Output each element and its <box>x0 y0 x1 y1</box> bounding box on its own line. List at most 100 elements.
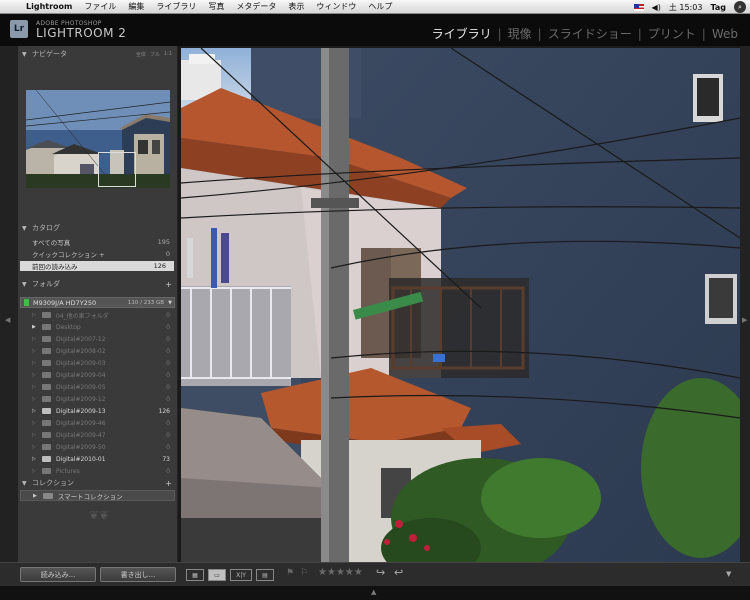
star-icon[interactable]: ★ <box>327 567 336 578</box>
spotlight-icon[interactable]: ⌕ <box>734 1 746 13</box>
volume-row[interactable]: M9309J/A HD7Y250 110 / 233 GB ▼ <box>20 297 175 308</box>
navigator-header[interactable]: ▼ ナビゲータ 全体 フル 1:1 <box>18 48 178 60</box>
disclosure-right-icon[interactable]: ▷ <box>32 384 36 390</box>
module-develop[interactable]: 現像 <box>508 25 532 42</box>
catalog-item-quick-collection[interactable]: クイックコレクション + 0 <box>18 249 178 259</box>
volume-status-icon <box>24 299 29 306</box>
folder-count: 0 <box>166 371 170 379</box>
collapse-bottom-icon[interactable]: ▲ <box>371 588 376 596</box>
menubar-user-tag[interactable]: Tag <box>710 3 726 12</box>
zoom-1to1-option[interactable]: 1:1 <box>164 51 172 58</box>
rating-stars[interactable]: ★★★★★ <box>318 567 363 578</box>
folder-item[interactable]: ▷ Digital#2009-03 0 <box>18 358 178 368</box>
disclosure-right-icon[interactable]: ▷ <box>32 444 36 450</box>
toolbar-options-icon[interactable]: ▼ <box>726 570 731 578</box>
catalog-item-all-photos[interactable]: すべての写真 195 <box>18 237 178 247</box>
main-photo-view[interactable] <box>181 48 740 562</box>
module-slideshow[interactable]: スライドショー <box>548 25 632 42</box>
menu-view[interactable]: 表示 <box>288 1 304 12</box>
catalog-header[interactable]: ▼ カタログ <box>18 222 178 234</box>
folder-item[interactable]: ▷ Digital#2009-46 0 <box>18 418 178 428</box>
right-panel-edge[interactable]: ▶ <box>740 46 750 586</box>
folder-item[interactable]: ▷ Digital#2007-12 0 <box>18 334 178 344</box>
rotate-right-icon[interactable]: ↩ <box>394 566 403 579</box>
disclosure-down-icon[interactable]: ▼ <box>22 225 30 232</box>
menu-help[interactable]: ヘルプ <box>368 1 392 12</box>
disclosure-down-icon[interactable]: ▼ <box>22 281 30 288</box>
disclosure-right-icon[interactable]: ▷ <box>32 372 36 378</box>
disclosure-right-icon[interactable]: ▷ <box>32 396 36 402</box>
navigator-zoom-options: 全体 フル 1:1 <box>136 51 172 58</box>
folder-icon <box>42 336 51 342</box>
speaker-icon[interactable]: ◀) <box>652 3 661 12</box>
left-panel-edge[interactable]: ◀ <box>0 46 18 586</box>
menu-photo[interactable]: 写真 <box>208 1 224 12</box>
star-icon[interactable]: ★ <box>318 567 327 578</box>
grid-view-icon[interactable]: ▦ <box>186 569 204 581</box>
disclosure-right-icon[interactable]: ▶ <box>32 324 36 330</box>
folder-item[interactable]: ▷ Digital#2009-13 126 <box>18 406 178 416</box>
folder-item[interactable]: ▶ Desktop 0 <box>18 322 178 332</box>
zoom-fit-option[interactable]: 全体 <box>136 51 146 58</box>
disclosure-down-icon[interactable]: ▼ <box>22 480 30 487</box>
folder-item[interactable]: ▷ Digital#2009-05 0 <box>18 382 178 392</box>
compare-view-icon[interactable]: X|Y <box>230 569 252 581</box>
disclosure-right-icon[interactable]: ▷ <box>32 468 36 474</box>
star-icon[interactable]: ★ <box>336 567 345 578</box>
folder-item[interactable]: ▷ 04_他の家フォルダ 0 <box>18 310 178 320</box>
disclosure-right-icon[interactable]: ▷ <box>32 336 36 342</box>
disclosure-down-icon[interactable]: ▼ <box>22 51 30 58</box>
menu-library[interactable]: ライブラリ <box>156 1 196 12</box>
app-menu[interactable]: Lightroom <box>26 2 72 11</box>
folder-item[interactable]: ▷ Digital#2009-47 0 <box>18 430 178 440</box>
add-folder-icon[interactable]: + <box>165 280 172 289</box>
folder-icon <box>42 324 51 330</box>
module-print[interactable]: プリント <box>648 25 696 42</box>
module-picker: ライブラリ | 現像 | スライドショー | プリント | Web <box>432 25 738 42</box>
navigator-zoom-rect[interactable] <box>98 152 136 187</box>
navigator-preview[interactable] <box>26 90 170 188</box>
volume-menu-icon[interactable]: ▼ <box>168 300 172 306</box>
menu-window[interactable]: ウィンドウ <box>316 1 356 12</box>
collection-item-smart[interactable]: ▶ スマートコレクション <box>20 490 175 501</box>
rotate-left-icon[interactable]: ↪ <box>376 566 385 579</box>
folder-item[interactable]: ▷ Digital#2008-02 0 <box>18 346 178 356</box>
folder-count: 0 <box>166 323 170 331</box>
folder-item[interactable]: ▷ Digital#2010-01 73 <box>18 454 178 464</box>
module-web[interactable]: Web <box>712 27 738 41</box>
disclosure-right-icon[interactable]: ▷ <box>32 408 36 414</box>
menu-edit[interactable]: 編集 <box>128 1 144 12</box>
import-button[interactable]: 読み込み... <box>20 567 96 582</box>
star-icon[interactable]: ★ <box>354 567 363 578</box>
module-library[interactable]: ライブラリ <box>432 25 492 42</box>
survey-view-icon[interactable]: ▤ <box>256 569 274 581</box>
catalog-item-previous-import[interactable]: 前回の読み込み 126 <box>20 261 174 271</box>
disclosure-right-icon[interactable]: ▷ <box>32 432 36 438</box>
menubar-clock[interactable]: 土 15:03 <box>669 2 703 13</box>
zoom-fill-option[interactable]: フル <box>150 51 160 58</box>
filmstrip-edge[interactable]: ▲ <box>0 586 750 600</box>
collections-header[interactable]: ▼ コレクション + <box>18 477 178 489</box>
disclosure-right-icon[interactable]: ▷ <box>32 360 36 366</box>
loupe-view-icon[interactable]: ▭ <box>208 569 226 581</box>
folder-item[interactable]: ▷ Digital#2009-50 0 <box>18 442 178 452</box>
folder-item[interactable]: ▷ Pictures 0 <box>18 466 178 476</box>
flag-pick-icon[interactable]: ⚑ <box>286 568 294 578</box>
flag-reject-icon[interactable]: ⚐ <box>300 568 308 578</box>
input-flag-icon[interactable] <box>633 3 644 11</box>
collapse-right-icon[interactable]: ▶ <box>742 316 747 324</box>
folder-item[interactable]: ▷ Digital#2009-04 0 <box>18 370 178 380</box>
add-collection-icon[interactable]: + <box>165 479 172 488</box>
disclosure-right-icon[interactable]: ▶ <box>33 493 37 499</box>
disclosure-right-icon[interactable]: ▷ <box>32 312 36 318</box>
star-icon[interactable]: ★ <box>345 567 354 578</box>
disclosure-right-icon[interactable]: ▷ <box>32 348 36 354</box>
menu-metadata[interactable]: メタデータ <box>236 1 276 12</box>
menu-file[interactable]: ファイル <box>84 1 116 12</box>
folders-header[interactable]: ▼ フォルダ + <box>18 278 178 290</box>
export-button[interactable]: 書き出し... <box>100 567 176 582</box>
collapse-left-icon[interactable]: ◀ <box>5 316 10 324</box>
disclosure-right-icon[interactable]: ▷ <box>32 456 36 462</box>
disclosure-right-icon[interactable]: ▷ <box>32 420 36 426</box>
folder-item[interactable]: ▷ Digital#2009-12 0 <box>18 394 178 404</box>
